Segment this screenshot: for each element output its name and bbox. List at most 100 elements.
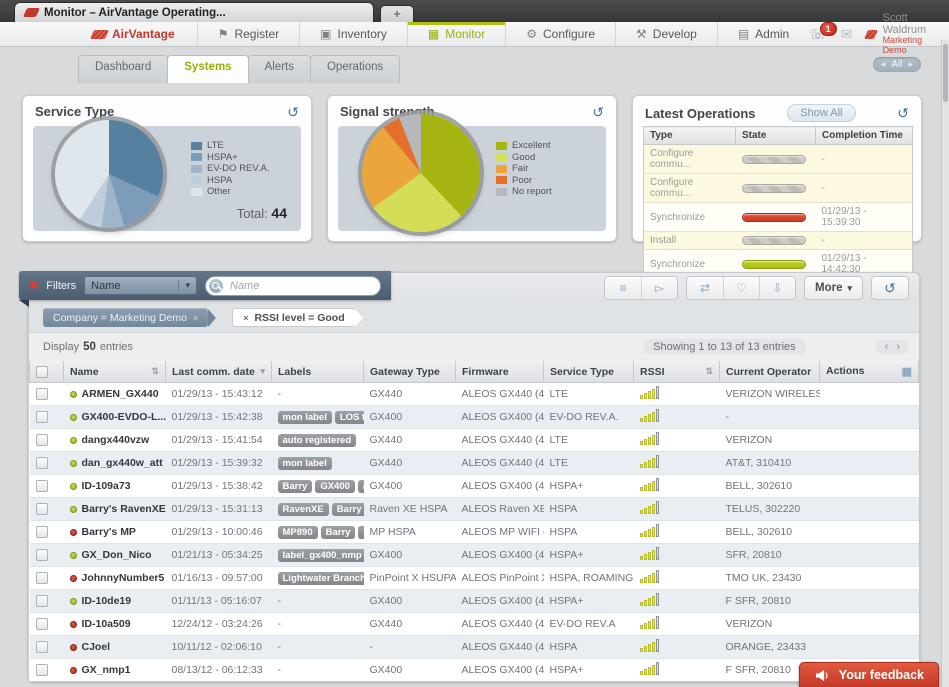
system-row[interactable]: ID-10de1901/11/13 - 05:16:07-GX400ALEOS …	[30, 590, 919, 613]
row-checkbox[interactable]	[36, 434, 48, 446]
row-checkbox[interactable]	[36, 618, 48, 630]
col-current-operator[interactable]: Current Operator	[720, 361, 820, 383]
system-row[interactable]: ID-10a50912/24/12 - 03:24:26-GX440ALEOS …	[30, 613, 919, 636]
monitor-health-button[interactable]: ♡	[723, 277, 759, 299]
entries-per-page-select[interactable]: 50	[83, 341, 96, 353]
page-prev-icon[interactable]: ‹	[885, 341, 889, 353]
tab-systems[interactable]: Systems	[167, 55, 248, 83]
system-row[interactable]: dangx440vzw01/29/13 - 15:41:54auto regis…	[30, 429, 919, 452]
operation-row[interactable]: Configure commu...-	[644, 174, 913, 203]
export-button[interactable]: ⇩	[759, 277, 795, 299]
column-picker-icon[interactable]: ▦	[902, 365, 912, 378]
comm-status-icon	[70, 575, 77, 582]
rssi-signal-icon	[640, 639, 659, 652]
system-row[interactable]: CJoel10/11/12 - 02:06:10--ALEOS GX440 (4…	[30, 636, 919, 659]
tab-alerts[interactable]: Alerts	[248, 55, 311, 83]
notifications-button[interactable]: ☏ 1	[809, 26, 827, 43]
page-next-icon[interactable]: ›	[896, 341, 900, 353]
col-gateway-type[interactable]: Gateway Type	[364, 361, 456, 383]
system-row[interactable]: JohnnyNumber501/16/13 - 09:57:00Lightwat…	[30, 567, 919, 590]
sync-button[interactable]: ⇄	[687, 277, 723, 299]
service-type-legend: LTEHSPA+EV-DO REV.A.HSPAOther	[191, 140, 269, 198]
col-labels[interactable]: Labels	[272, 361, 364, 383]
col-service-type[interactable]: Service Type	[544, 361, 634, 383]
label-chip: mon label	[278, 457, 332, 470]
row-checkbox[interactable]	[36, 526, 48, 538]
row-checkbox[interactable]	[36, 411, 48, 423]
nav-item-register[interactable]: ⚑ Register	[197, 22, 299, 46]
new-tab-button[interactable]: +	[380, 5, 414, 22]
row-checkbox[interactable]	[36, 457, 48, 469]
system-row[interactable]: ID-109a7301/29/13 - 15:38:42BarryGX400a.…	[30, 475, 919, 498]
ops-col-type[interactable]: Type	[644, 127, 736, 145]
airvantage-brand[interactable]: AirVantage	[70, 22, 197, 46]
service-type-panel: Service Type ↺ LTEHSPA+EV-DO REV.A.HSPAO…	[22, 95, 312, 242]
select-chevron-icon: ▾	[178, 280, 190, 291]
system-row[interactable]: GX_Don_Nico01/21/13 - 05:34:25label_gx40…	[30, 544, 919, 567]
system-row[interactable]: GX_nmp108/13/12 - 06:12:33-GX400ALEOS GX…	[30, 659, 919, 682]
pager-right-icon[interactable]: ▸	[908, 59, 913, 70]
system-row[interactable]: ARMEN_GX44001/29/13 - 15:43:12-GX440ALEO…	[30, 383, 919, 406]
refresh-icon[interactable]: ↺	[592, 105, 604, 119]
filter-search-input[interactable]	[205, 276, 381, 296]
signal-strength-panel: Signal strength ↺ ExcellentGoodFairPoorN…	[327, 95, 617, 242]
system-row[interactable]: GX400-EVDO-L...01/29/13 - 15:42:38mon la…	[30, 406, 919, 429]
table-pagination[interactable]: ‹ ›	[876, 340, 909, 354]
row-checkbox[interactable]	[36, 641, 48, 653]
sort-icon[interactable]: ⇅	[151, 366, 159, 377]
row-checkbox[interactable]	[36, 595, 48, 607]
messages-button[interactable]: ✉	[841, 26, 853, 43]
operation-row[interactable]: Configure commu...-	[644, 145, 913, 174]
col-actions[interactable]: Actions▦	[820, 361, 919, 383]
nav-item-monitor[interactable]: ▦ Monitor	[407, 22, 505, 46]
nav-item-configure[interactable]: ⚙ Configure	[505, 22, 615, 46]
sync-arrows-icon: ⇄	[700, 281, 710, 295]
page-scrollbar[interactable]	[941, 40, 949, 687]
filters-close-icon[interactable]: ✖	[29, 279, 38, 292]
row-checkbox[interactable]	[36, 664, 48, 676]
filter-chip-company[interactable]: Company = Marketing Demo ×	[43, 308, 208, 327]
select-all-checkbox[interactable]	[36, 366, 48, 378]
view-pager[interactable]: ◂ All ▸	[873, 57, 921, 72]
row-checkbox[interactable]	[36, 388, 48, 400]
show-all-button[interactable]: Show All	[787, 104, 855, 122]
scrollbar-thumb[interactable]	[943, 44, 948, 102]
chip-close-icon[interactable]: ×	[243, 313, 248, 323]
sort-icon[interactable]: ⇅	[705, 366, 713, 377]
tab-dashboard[interactable]: Dashboard	[78, 55, 168, 83]
ops-col-completion[interactable]: Completion Time	[816, 127, 913, 145]
pager-left-icon[interactable]: ◂	[881, 59, 886, 70]
filter-chip-rssi[interactable]: × RSSI level = Good	[232, 308, 355, 327]
col-name[interactable]: Name⇅	[64, 361, 166, 383]
tab-operations[interactable]: Operations	[310, 55, 400, 83]
nav-item-develop[interactable]: ⚒ Develop	[615, 22, 717, 46]
browser-tab[interactable]: Monitor – AirVantage Operating...	[14, 2, 374, 22]
col-rssi[interactable]: RSSI⇅	[634, 361, 720, 383]
label-button[interactable]: ▻	[641, 277, 677, 299]
select-all-header[interactable]	[30, 361, 64, 383]
chip-close-icon[interactable]: ×	[193, 313, 198, 323]
row-actions	[820, 590, 919, 613]
list-view-button[interactable]: ≡	[605, 277, 641, 299]
system-row[interactable]: Barry's MP01/29/13 - 10:00:46MP890Barrya…	[30, 521, 919, 544]
nav-item-admin[interactable]: ▤ Admin	[717, 22, 809, 46]
operation-row[interactable]: Install-	[644, 232, 913, 250]
system-row[interactable]: Barry's RavenXE01/29/13 - 15:31:13RavenX…	[30, 498, 919, 521]
feedback-button[interactable]: Your feedback	[799, 662, 939, 687]
more-button[interactable]: More ▾	[804, 276, 863, 300]
row-checkbox[interactable]	[36, 549, 48, 561]
ops-col-state[interactable]: State	[736, 127, 816, 145]
row-checkbox[interactable]	[36, 480, 48, 492]
operation-row[interactable]: Synchronize01/29/13 - 15:39:30	[644, 203, 913, 232]
refresh-icon[interactable]: ↺	[897, 106, 909, 120]
row-checkbox[interactable]	[36, 572, 48, 584]
system-row[interactable]: dan_gx440w_att01/29/13 - 15:39:32mon lab…	[30, 452, 919, 475]
row-checkbox[interactable]	[36, 503, 48, 515]
filter-field-select[interactable]: Name ▾	[84, 276, 197, 295]
col-firmware[interactable]: Firmware	[456, 361, 544, 383]
nav-item-inventory[interactable]: ▣ Inventory	[299, 22, 407, 46]
col-last-comm[interactable]: Last comm. date▾	[166, 361, 272, 383]
refresh-icon[interactable]: ↺	[287, 105, 299, 119]
table-refresh-button[interactable]: ↺	[871, 276, 909, 300]
sort-desc-icon[interactable]: ▾	[260, 366, 265, 377]
